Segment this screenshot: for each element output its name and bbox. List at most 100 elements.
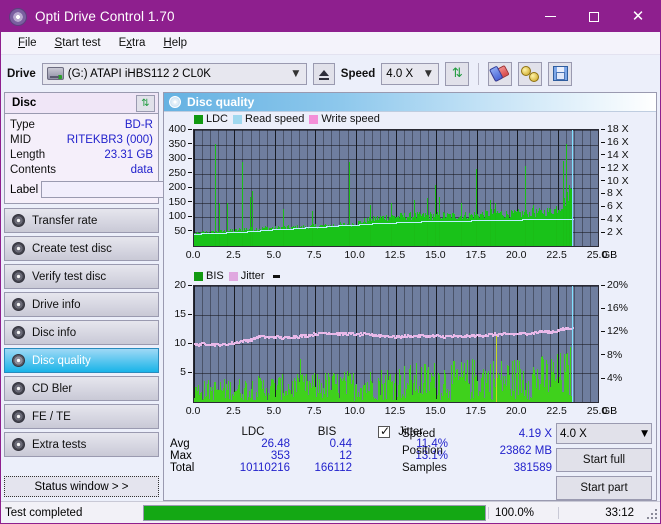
disc-icon: [12, 438, 25, 451]
quality-chart-y-axis: 50 100 150 200 250 300 350 400: [164, 112, 192, 270]
maximize-button[interactable]: [572, 1, 616, 32]
stats-panel: LDC BIS Jitter Avg 26.48 0.44 11.4% Max …: [164, 422, 656, 500]
sidebar-item-disc-quality[interactable]: Disc quality: [4, 348, 159, 373]
disc-refresh-button[interactable]: ⇅: [136, 94, 155, 112]
sidebar-item-fe-te[interactable]: FE / TE: [4, 404, 159, 429]
minimize-button[interactable]: [528, 1, 572, 32]
gridline-horizontal: [194, 145, 598, 146]
ldc-spike: [490, 199, 491, 246]
eject-icon: [318, 69, 329, 76]
x-axis-tick: 20.0: [505, 249, 527, 261]
menu-file[interactable]: File: [9, 34, 46, 52]
status-window-button[interactable]: Status window > >: [4, 476, 159, 497]
refresh-icon: ⇅: [451, 66, 463, 81]
save-button[interactable]: [548, 61, 573, 86]
legend-swatch: [309, 114, 319, 124]
disc-icon: [12, 382, 25, 395]
sidebar-item-label: Verify test disc: [32, 270, 107, 283]
ldc-spike: [476, 168, 477, 246]
menu-start-test[interactable]: Start test: [46, 34, 110, 52]
x-axis-tick: 2.5: [226, 249, 241, 261]
start-part-button[interactable]: Start part: [556, 476, 652, 500]
sidebar-item-label: Extra tests: [32, 438, 87, 451]
legend-item: Jitter: [228, 270, 265, 282]
app-window: Opti Drive Control 1.70 ✕ File Start tes…: [0, 0, 661, 524]
test-speed-select[interactable]: 4.0 X ▼: [556, 423, 652, 444]
read-speed-point: [200, 234, 202, 235]
disc-type-value: BD-R: [124, 118, 153, 131]
x-axis-tick: 20.0: [505, 405, 527, 417]
refresh-button[interactable]: ⇅: [445, 61, 470, 86]
menu-help[interactable]: Help: [154, 34, 196, 52]
drive-select-value: (G:) ATAPI iHBS112 2 CL0K: [67, 67, 211, 80]
cursor-line: [572, 130, 573, 246]
y-axis-tick: 400: [168, 123, 192, 135]
quality-chart: LDC Read speed Write speed 50 100 150 200 250 3…: [164, 112, 656, 270]
x-axis-tick: 5.0: [266, 405, 282, 417]
read-speed-point: [271, 230, 273, 231]
position-readout: Position 23862 MB Samples 381589: [402, 442, 552, 476]
stats-row-avg-label: Avg: [170, 438, 190, 451]
speed-readout-label: Speed: [402, 427, 436, 440]
ldc-spike: [391, 202, 392, 246]
stats-header-ldc: LDC: [241, 426, 265, 439]
sidebar-item-label: CD Bler: [32, 382, 73, 395]
speed-select[interactable]: 4.0 X ▼: [381, 62, 440, 85]
disc-contents-label: Contents: [10, 163, 57, 176]
y2-axis-tick: 12%: [601, 325, 628, 337]
resize-grip-icon[interactable]: [644, 506, 658, 520]
sidebar-item-extra-tests[interactable]: Extra tests: [4, 432, 159, 457]
status-text: Test completed: [5, 506, 83, 519]
sidebar-item-create-test-disc[interactable]: Create test disc: [4, 236, 159, 261]
tools-button[interactable]: [518, 61, 543, 86]
disc-icon: [12, 354, 25, 367]
elapsed-time: 33:12: [558, 506, 644, 519]
sidebar-item-transfer-rate[interactable]: Transfer rate: [4, 208, 159, 233]
x-axis-tick: 0.0: [185, 249, 201, 261]
jitter-point: [487, 335, 489, 337]
ldc-spike: [252, 190, 253, 246]
drive-icon: [46, 67, 64, 80]
close-button[interactable]: ✕: [616, 1, 660, 32]
bis-bar: [439, 375, 440, 402]
sidebar-item-cd-bler[interactable]: CD Bler: [4, 376, 159, 401]
window-title: Opti Drive Control 1.70: [35, 9, 175, 24]
jitter-checkbox[interactable]: [378, 424, 390, 438]
drive-select[interactable]: (G:) ATAPI iHBS112 2 CL0K ▼: [41, 62, 307, 85]
y-axis-tick: 250: [168, 167, 192, 179]
menu-extra[interactable]: Extra: [110, 34, 155, 52]
gridline-horizontal: [194, 286, 598, 287]
jitter-point: [242, 341, 244, 343]
gridline-horizontal: [194, 315, 598, 316]
x-axis-tick: 7.5: [306, 249, 322, 261]
start-full-label: Start full: [582, 454, 626, 466]
disc-contents-value: data: [130, 163, 153, 176]
y2-axis-tick: 4 X: [601, 213, 623, 225]
bis-jitter-chart-x-label: GB: [602, 405, 618, 417]
y-axis-tick: 20: [174, 279, 192, 291]
y-axis-tick: 100: [168, 210, 192, 222]
jitter-point: [200, 344, 202, 346]
disc-mid-label: MID: [10, 133, 32, 146]
start-full-button[interactable]: Start full: [556, 448, 652, 472]
sidebar-item-verify-test-disc[interactable]: Verify test disc: [4, 264, 159, 289]
ldc-spike: [427, 198, 428, 246]
bis-bar: [472, 359, 473, 402]
eject-button[interactable]: [312, 62, 335, 85]
ldc-spike: [250, 196, 251, 246]
y2-axis-tick: 8 X: [601, 187, 623, 199]
x-axis-tick: 15.0: [425, 249, 446, 261]
status-window-label: Status window > >: [34, 480, 129, 493]
jitter-point: [347, 334, 349, 336]
quality-chart-x-axis: 0.0 2.5 5.0 7.5 10.0 12.5 15.0 17.5 20.0 22.5 25.0: [186, 249, 608, 265]
legend-swatch: [194, 271, 203, 281]
erase-button[interactable]: [488, 61, 513, 86]
sidebar-item-drive-info[interactable]: Drive info: [4, 292, 159, 317]
sidebar-item-label: FE / TE: [32, 410, 71, 423]
bis-bar: [392, 381, 393, 402]
bis-bar: [404, 366, 405, 402]
sidebar-item-disc-info[interactable]: Disc info: [4, 320, 159, 345]
menu-bar: File Start test Extra Help: [1, 32, 660, 55]
sidebar-nav: Transfer rate Create test disc Verify te…: [4, 208, 159, 457]
jitter-point: [275, 337, 277, 339]
